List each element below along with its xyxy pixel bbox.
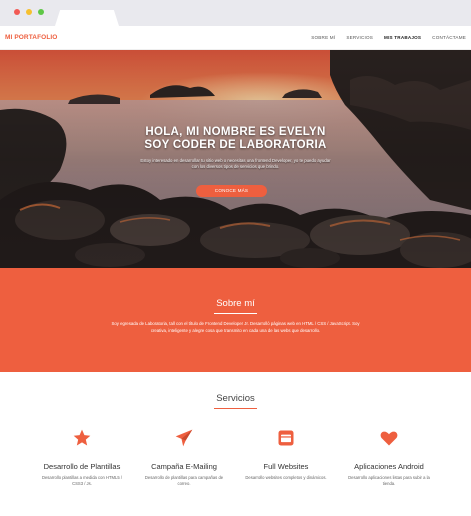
main-nav: SOBRE MÍ SERVICIOS MIS TRABAJOS CONTÁCTA… xyxy=(311,35,466,40)
nav-link-mis-trabajos[interactable]: MIS TRABAJOS xyxy=(384,35,421,40)
star-icon xyxy=(73,429,91,446)
service-description: Desarrollo de plantillas para campañas d… xyxy=(144,475,224,486)
maximize-window-dot[interactable] xyxy=(38,9,44,15)
service-description: Desarrollo aplicaciones listas para subi… xyxy=(348,475,430,486)
about-title-underline xyxy=(214,313,257,314)
nav-link-contactame[interactable]: CONTÁCTAME xyxy=(432,35,466,40)
service-name: Full Websites xyxy=(263,462,309,471)
heart-icon xyxy=(380,431,398,446)
about-title: Sobre mí xyxy=(216,298,255,309)
about-section: Sobre mí Soy egresada de Laboratoria, ta… xyxy=(0,268,471,372)
service-name: Aplicaciones Android xyxy=(354,462,424,471)
conoce-mas-button[interactable]: CONOCE MÁS xyxy=(196,185,267,197)
service-card-plantillas: Desarrollo de Plantillas Desarrollo plan… xyxy=(37,428,127,487)
services-title-underline xyxy=(214,408,257,409)
browser-tab[interactable] xyxy=(55,10,119,26)
service-description: Desarrollo plantillas a medida con HTML5… xyxy=(41,475,123,486)
paper-plane-icon xyxy=(175,429,193,447)
service-name: Desarrollo de Plantillas xyxy=(43,462,121,471)
browser-chrome xyxy=(0,0,471,26)
service-name: Campaña E-Mailing xyxy=(151,462,217,471)
hero-title-line1: HOLA, MI NOMBRE ES EVELYN xyxy=(145,126,326,138)
services-section: Servicios Desarrollo de Plantillas Desar… xyxy=(0,372,471,516)
nav-link-servicios[interactable]: SERVICIOS xyxy=(346,35,373,40)
hero-section: HOLA, MI NOMBRE ES EVELYN SOY CODER DE L… xyxy=(0,50,471,268)
browser-window-icon xyxy=(278,430,294,446)
about-description: Soy egresada de Laboratoria, tall con el… xyxy=(111,321,360,333)
minimize-window-dot[interactable] xyxy=(26,9,32,15)
service-card-android: Aplicaciones Android Desarrollo aplicaci… xyxy=(344,428,434,487)
site-header: MI PORTAFOLIO SOBRE MÍ SERVICIOS MIS TRA… xyxy=(0,26,471,50)
service-description: Desarrollo websites completos y dinámico… xyxy=(245,475,327,480)
hero-title-line2: SOY CODER DE LABORATORIA xyxy=(144,139,327,151)
nav-link-sobre-mi[interactable]: SOBRE MÍ xyxy=(311,35,335,40)
service-card-websites: Full Websites Desarrollo websites comple… xyxy=(241,428,331,481)
hero-description: Estoy interesado en desarrollar tu sitio… xyxy=(140,158,331,169)
close-window-dot[interactable] xyxy=(14,9,20,15)
services-title: Servicios xyxy=(216,393,255,404)
service-card-emailing: Campaña E-Mailing Desarrollo de plantill… xyxy=(139,428,229,487)
logo[interactable]: MI PORTAFOLIO xyxy=(5,34,57,41)
